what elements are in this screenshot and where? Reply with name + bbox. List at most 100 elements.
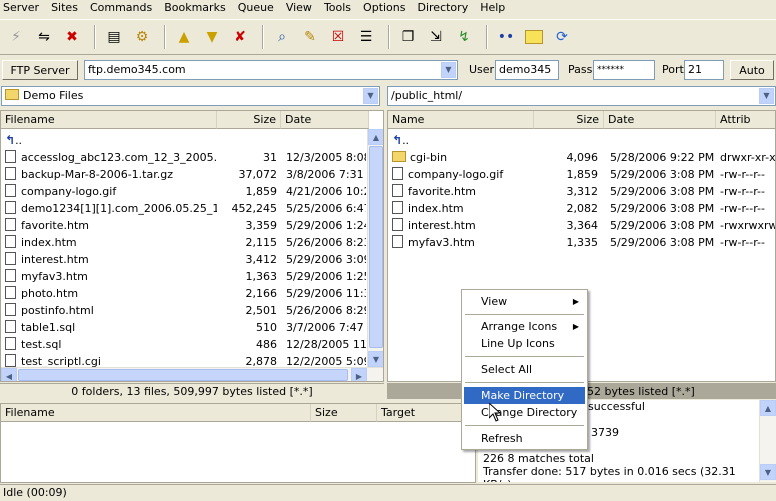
port-input[interactable]: 21 <box>684 60 724 80</box>
notepad-icon[interactable]: ▤ <box>102 25 126 49</box>
copy-icon[interactable]: ❐ <box>396 25 420 49</box>
chevron-down-icon[interactable]: ▼ <box>441 62 456 78</box>
table-row[interactable]: interest.htm 3,412 5/29/2006 3:09 <box>1 251 383 268</box>
table-row[interactable]: company-logo.gif 1,859 5/29/2006 3:08 PM -r… <box>388 166 775 183</box>
table-row[interactable]: company-logo.gif 1,859 4/21/2006 10:2 <box>1 183 383 200</box>
table-row[interactable]: photo.htm 2,166 5/29/2006 11:3 <box>1 285 383 302</box>
menu-item-select-all[interactable]: Select All <box>464 361 585 378</box>
scroll-left-icon[interactable]: ◀ <box>1 368 17 381</box>
table-row[interactable]: favorite.htm 3,312 5/29/2006 3:08 PM -rw-r-… <box>388 183 775 200</box>
edit-icon[interactable]: ✎ <box>298 25 322 49</box>
menu-item-line-up-icons[interactable]: Line Up Icons <box>464 335 585 352</box>
scroll-thumb[interactable] <box>18 369 348 381</box>
menu-commands[interactable]: Commands <box>84 1 158 15</box>
chevron-down-icon[interactable]: ▼ <box>363 88 378 104</box>
parent-directory-row[interactable]: ↰.. <box>388 132 775 149</box>
file-size: 2,115 <box>245 236 278 249</box>
menu-view[interactable]: View <box>280 1 318 15</box>
menu-bookmarks[interactable]: Bookmarks <box>158 1 231 15</box>
column-date[interactable]: Date <box>604 111 716 129</box>
download-icon[interactable]: ▼ <box>200 25 224 49</box>
menu-queue[interactable]: Queue <box>232 1 280 15</box>
log-line: successful <box>588 400 645 413</box>
refresh-icon[interactable]: ⟳ <box>550 25 574 49</box>
file-icon <box>5 201 16 214</box>
table-row[interactable]: postinfo.html 2,501 5/26/2006 8:29 <box>1 302 383 319</box>
queue-column-size[interactable]: Size <box>311 404 377 422</box>
table-row[interactable]: demo1234[1][1].com_2006.05.25_17.46 452,2… <box>1 200 383 217</box>
disconnect-icon[interactable]: ⚡ <box>4 25 28 49</box>
menu-directory[interactable]: Directory <box>412 1 475 15</box>
table-row[interactable]: accesslog_abc123.com_12_3_2005.gz 31 12/3/… <box>1 149 383 166</box>
delete-icon[interactable]: ✘ <box>228 25 252 49</box>
column-attrib[interactable]: Attrib <box>716 111 775 129</box>
toolbar-separator <box>486 25 488 49</box>
column-name[interactable]: Name <box>388 111 534 129</box>
menu-item-refresh[interactable]: Refresh <box>464 430 585 447</box>
column-size[interactable]: Size <box>217 111 281 129</box>
column-filename[interactable]: Filename <box>1 111 217 129</box>
log-vertical-scrollbar[interactable]: ▲ ▼ <box>759 400 776 482</box>
menu-sites[interactable]: Sites <box>45 1 84 15</box>
local-horizontal-scrollbar[interactable]: ◀ ▶ <box>1 367 383 381</box>
host-input[interactable]: ftp.demo345.com ▼ <box>84 60 458 80</box>
menu-item-make-directory[interactable]: Make Directory <box>464 387 585 404</box>
remote-path-dropdown[interactable]: /public_html/ ▼ <box>387 86 776 106</box>
file-icon <box>5 320 16 333</box>
dots-icon[interactable]: •• <box>494 25 518 49</box>
table-row[interactable]: test.sql 486 12/28/2005 11 <box>1 336 383 353</box>
menu-item-view[interactable]: View ▶ <box>464 293 585 310</box>
menu-tools[interactable]: Tools <box>318 1 357 15</box>
table-row[interactable]: backup-Mar-8-2006-1.tar.gz 37,072 3/8/2006… <box>1 166 383 183</box>
ftp-server-button[interactable]: FTP Server <box>2 60 78 80</box>
column-size[interactable]: Size <box>534 111 604 129</box>
scroll-right-icon[interactable]: ▶ <box>351 368 367 381</box>
file-date: 5/29/2006 3:08 PM <box>610 185 715 198</box>
parent-directory-row[interactable]: ↰.. <box>1 132 383 149</box>
table-row[interactable]: myfav3.htm 1,335 5/29/2006 3:08 PM -rw-r--r… <box>388 234 775 251</box>
local-file-list[interactable]: Filename Size Date ↰.. accesslog_abc123.… <box>0 110 384 382</box>
connect-icon[interactable]: ⇋ <box>32 25 56 49</box>
menu-item-arrange-icons[interactable]: Arrange Icons ▶ <box>464 318 585 335</box>
local-path-dropdown[interactable]: Demo Files ▼ <box>1 86 380 106</box>
file-name: demo1234[1][1].com_2006.05.25_17.46 <box>21 202 217 215</box>
scroll-up-icon[interactable]: ▲ <box>368 129 383 145</box>
scroll-down-icon[interactable]: ▼ <box>368 351 383 367</box>
menu-options[interactable]: Options <box>357 1 411 15</box>
user-input[interactable]: demo345 <box>495 60 559 80</box>
folder-icon[interactable] <box>522 25 546 49</box>
table-row[interactable]: cgi-bin 4,096 5/28/2006 9:22 PM drwxr-xr-x <box>388 149 775 166</box>
menu-server[interactable]: Server <box>0 1 45 15</box>
table-row[interactable]: favorite.htm 3,359 5/29/2006 1:24 <box>1 217 383 234</box>
scroll-up-icon[interactable]: ▲ <box>760 400 776 416</box>
settings-icon[interactable]: ⚙ <box>130 25 154 49</box>
table-row[interactable]: myfav3.htm 1,363 5/29/2006 1:25 <box>1 268 383 285</box>
file-name: myfav3.htm <box>408 236 475 249</box>
menu-help[interactable]: Help <box>474 1 511 15</box>
auto-button[interactable]: Auto <box>730 60 774 80</box>
file-date: 5/29/2006 1:24 <box>286 219 366 232</box>
column-date[interactable]: Date <box>281 111 369 129</box>
properties-icon[interactable]: ☰ <box>354 25 378 49</box>
file-date: 5/25/2006 6:47 <box>286 202 366 215</box>
local-vertical-scrollbar[interactable]: ▲ ▼ <box>367 129 383 367</box>
menu-item-change-directory[interactable]: Change Directory <box>464 404 585 421</box>
upload-icon[interactable]: ▲ <box>172 25 196 49</box>
scroll-down-icon[interactable]: ▼ <box>760 464 776 480</box>
sync-icon[interactable]: ↯ <box>452 25 476 49</box>
move-icon[interactable]: ⇲ <box>424 25 448 49</box>
table-row[interactable]: index.htm 2,082 5/29/2006 3:08 PM -rw-r--r-… <box>388 200 775 217</box>
pass-input[interactable]: ****** <box>593 60 655 80</box>
cancel-icon[interactable]: ☒ <box>326 25 350 49</box>
table-row[interactable]: table1.sql 510 3/7/2006 7:47 A <box>1 319 383 336</box>
file-date: 5/29/2006 3:08 PM <box>610 202 715 215</box>
table-row[interactable]: interest.htm 3,364 5/29/2006 3:08 PM -rwxrw… <box>388 217 775 234</box>
find-icon[interactable]: ⌕ <box>270 25 294 49</box>
transfer-queue[interactable]: Filename Size Target <box>0 403 476 483</box>
table-row[interactable]: index.htm 2,115 5/26/2006 8:23 <box>1 234 383 251</box>
abort-icon[interactable]: ✖ <box>60 25 84 49</box>
log-line: Transfer done: 517 bytes in 0.016 secs (… <box>483 465 736 482</box>
queue-column-filename[interactable]: Filename <box>1 404 311 422</box>
scroll-thumb[interactable] <box>369 146 383 348</box>
chevron-down-icon[interactable]: ▼ <box>759 88 774 104</box>
